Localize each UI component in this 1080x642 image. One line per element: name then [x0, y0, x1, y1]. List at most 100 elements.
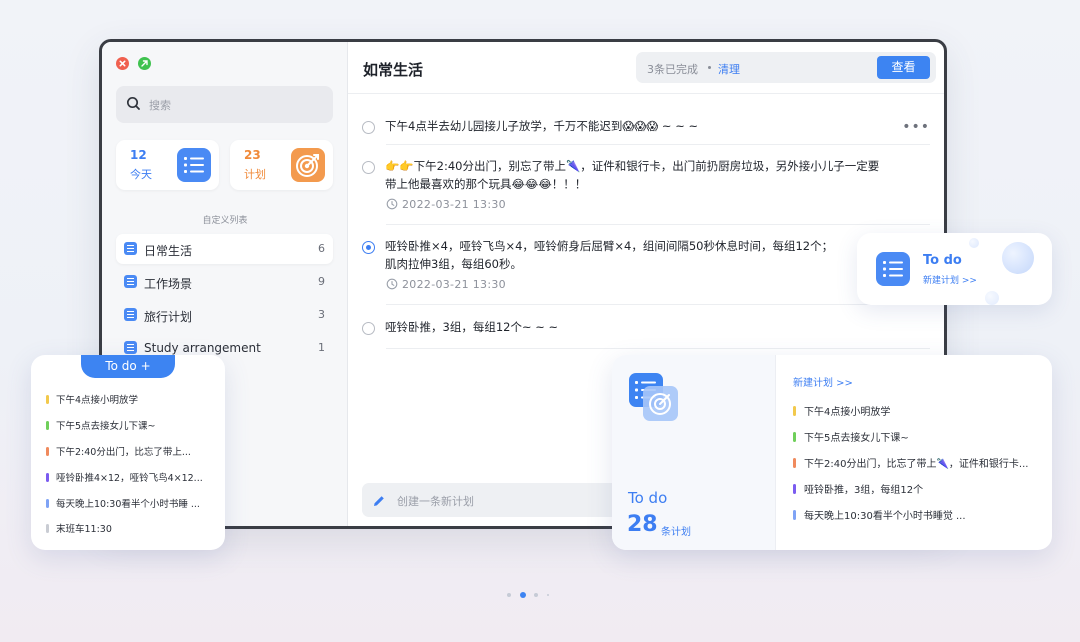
sidebar-item-daily-life[interactable]: 日常生活 6	[116, 234, 333, 264]
color-marker	[46, 395, 49, 404]
list-item[interactable]: 下午4点接小明放学	[793, 403, 890, 418]
list-item[interactable]: 每天晚上10:30看半个小时书睡 ...	[46, 496, 200, 510]
todo-add-tab[interactable]: To do +	[81, 355, 175, 378]
pager-dot-active[interactable]	[520, 592, 526, 598]
search-icon	[126, 96, 141, 115]
list-item[interactable]: 哑铃卧推4×12，哑铃飞鸟4×12...	[46, 470, 203, 484]
list-icon	[124, 275, 137, 288]
pencil-icon	[372, 493, 386, 512]
color-marker	[793, 458, 796, 468]
sidebar-item-label: 旅行计划	[144, 310, 193, 324]
list-item[interactable]: 下午5点去接女儿下课~	[793, 429, 909, 444]
today-card[interactable]: 12 今天	[116, 140, 219, 190]
sidebar-item-travel[interactable]: 旅行计划 3	[116, 300, 333, 330]
color-marker	[793, 484, 796, 494]
completed-status-bar: 3条已完成 清理 查看	[636, 52, 936, 83]
search-placeholder: 搜索	[149, 99, 171, 112]
task-checkbox[interactable]	[362, 241, 375, 254]
view-button[interactable]: 查看	[877, 56, 930, 79]
sidebar-item-count: 9	[318, 275, 325, 288]
maximize-window-icon[interactable]	[138, 57, 151, 70]
close-window-icon[interactable]	[116, 57, 129, 70]
color-marker	[793, 432, 796, 442]
list-icon	[124, 242, 137, 255]
divider	[348, 93, 944, 94]
widget-title: To do	[628, 489, 668, 507]
list-item[interactable]: 末班车11:30	[46, 521, 112, 535]
decor-bubble	[985, 291, 999, 305]
sidebar-item-work[interactable]: 工作场景 9	[116, 267, 333, 297]
new-plan-input[interactable]: 创建一条新计划	[362, 483, 642, 517]
list-icon	[124, 341, 137, 354]
task-text-line2: 肌肉拉伸3组，每组60秒。	[385, 257, 522, 271]
clock-icon	[386, 198, 398, 210]
pager-dot[interactable]	[534, 593, 538, 597]
decor-bubble	[1002, 242, 1034, 274]
decor-bubble	[969, 238, 979, 248]
list-icon	[177, 148, 211, 182]
list-icon	[876, 252, 910, 286]
plan-count-unit: 条计划	[661, 527, 691, 538]
pager-dot[interactable]	[507, 593, 511, 597]
list-item[interactable]: 下午4点接小明放学	[46, 392, 138, 406]
sidebar-item-label: Study arrangement	[144, 341, 261, 355]
list-item[interactable]: 下午5点去接女儿下课~	[46, 418, 156, 432]
clock-icon	[386, 278, 398, 290]
widget-title: To do	[923, 253, 962, 268]
color-marker	[46, 473, 49, 482]
completed-count: 3条已完成	[647, 63, 698, 76]
today-label: 今天	[130, 168, 152, 181]
task-checkbox[interactable]	[362, 121, 375, 134]
widget-summary-panel: To do 28 条计划	[612, 355, 776, 550]
sidebar-item-count: 3	[318, 308, 325, 321]
task-checkbox[interactable]	[362, 161, 375, 174]
color-marker	[46, 421, 49, 430]
clear-link[interactable]: 清理	[718, 61, 740, 77]
task-item[interactable]: 哑铃卧推×4，哑铃飞鸟×4，哑铃俯身后屈臂×4，组间间隔50秒休息时间，每组12…	[362, 237, 930, 297]
plan-count: 23	[244, 148, 261, 162]
today-count: 12	[130, 148, 147, 162]
task-item[interactable]: 下午4点半去幼儿园接儿子放学，千万不能迟到😱😱😱 ~ ~ ~ •••	[362, 117, 930, 141]
new-plan-placeholder: 创建一条新计划	[397, 495, 474, 508]
list-item[interactable]: 每天晚上10:30看半个小时书睡觉 ...	[793, 507, 966, 522]
todo-large-widget: To do 28 条计划 新建计划 >> 下午4点接小明放学 下午5点去接女儿下…	[612, 355, 1052, 550]
color-marker	[46, 447, 49, 456]
todo-small-widget[interactable]: To do 新建计划 >>	[857, 233, 1052, 305]
task-date: 2022-03-21 13:30	[402, 198, 506, 211]
search-input[interactable]: 搜索	[116, 86, 333, 123]
custom-list-heading: 自定义列表	[202, 216, 248, 226]
list-item[interactable]: 哑铃卧推，3组，每组12个	[793, 481, 923, 496]
divider	[386, 144, 930, 145]
task-item[interactable]: 哑铃卧推，3组，每组12个~ ~ ~	[362, 318, 930, 342]
target-icon	[291, 148, 325, 182]
more-options-icon[interactable]: •••	[902, 120, 930, 134]
plan-label: 计划	[244, 168, 266, 181]
separator-dot	[708, 66, 711, 69]
task-datetime: 2022-03-21 13:30	[386, 278, 506, 291]
divider	[386, 304, 930, 305]
task-datetime: 2022-03-21 13:30	[386, 198, 506, 211]
plan-total-count: 28	[627, 512, 658, 537]
pager-dot[interactable]	[547, 594, 549, 596]
task-text-line2: 带上他最喜欢的那个玩具😂😂😂！！！	[385, 177, 587, 191]
list-item[interactable]: 下午2:40分出门，比忘了带上...	[46, 444, 191, 458]
color-marker	[793, 406, 796, 416]
sidebar-item-label: 日常生活	[144, 244, 193, 258]
sidebar-item-count: 6	[318, 242, 325, 255]
sidebar-item-label: 工作场景	[144, 277, 193, 291]
divider	[386, 224, 930, 225]
task-checkbox[interactable]	[362, 322, 375, 335]
plan-card[interactable]: 23 计划	[230, 140, 333, 190]
color-marker	[793, 510, 796, 520]
todo-list-widget: To do + 下午4点接小明放学 下午5点去接女儿下课~ 下午2:40分出门，…	[31, 355, 225, 550]
new-plan-link[interactable]: 新建计划 >>	[793, 374, 853, 389]
divider	[386, 348, 930, 349]
new-plan-link[interactable]: 新建计划 >>	[923, 273, 977, 286]
color-marker	[46, 499, 49, 508]
task-text: 哑铃卧推，3组，每组12个~ ~ ~	[385, 320, 559, 334]
task-item[interactable]: 👉👉下午2:40分出门，别忘了带上🌂，证件和银行卡，出门前扔厨房垃圾，另外接小儿…	[362, 157, 930, 217]
list-item[interactable]: 下午2:40分出门，比忘了带上🌂，证件和银行卡...	[793, 455, 1028, 470]
task-text: 下午4点半去幼儿园接儿子放学，千万不能迟到😱😱😱 ~ ~ ~	[385, 119, 699, 133]
color-marker	[46, 524, 49, 533]
todo-illustration-icon	[629, 373, 678, 421]
